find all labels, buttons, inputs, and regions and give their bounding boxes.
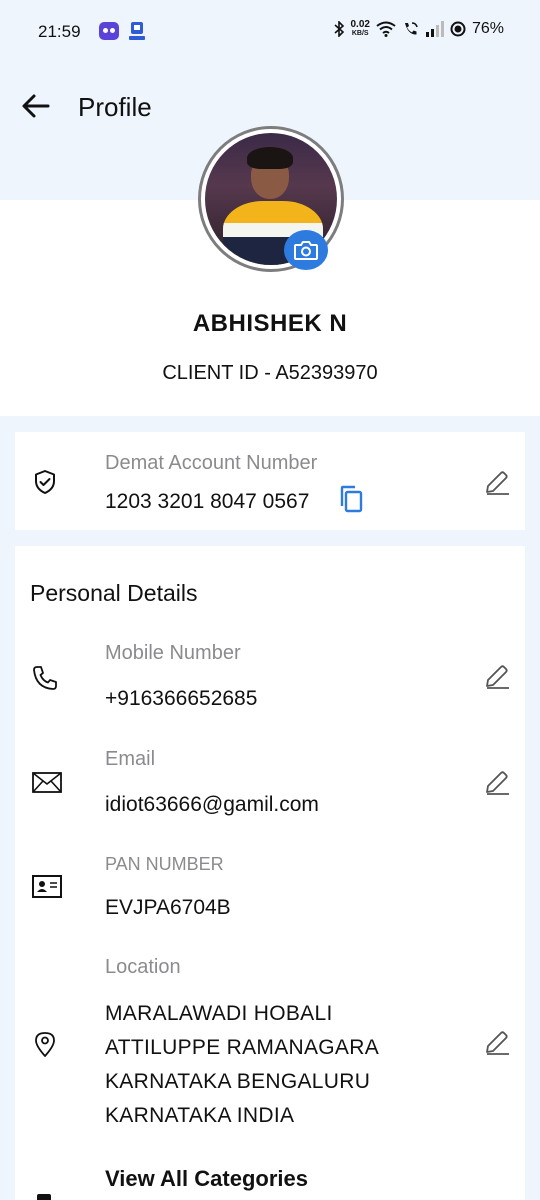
location-pin-icon	[35, 1032, 55, 1057]
pan-value: EVJPA6704B	[105, 896, 231, 919]
pan-label: PAN NUMBER	[105, 854, 224, 874]
location-line: KARNATAKA INDIA	[105, 1104, 295, 1127]
wifi-calling-icon	[404, 22, 418, 35]
email-value: idiot63666@gamil.com	[105, 793, 319, 816]
location-line: KARNATAKA BENGALURU	[105, 1070, 371, 1093]
location-line: MARALAWADI HOBALI	[105, 1002, 333, 1025]
battery-icon	[450, 21, 466, 37]
arrow-left-icon[interactable]	[20, 90, 52, 122]
mail-icon	[32, 772, 62, 793]
mobile-value: +916366652685	[105, 687, 258, 710]
signal-icon	[425, 21, 444, 37]
network-speed: 0.02 KB/S	[351, 20, 370, 38]
network-speed-value: 0.02	[350, 19, 370, 30]
edit-location-icon[interactable]	[483, 1028, 511, 1056]
demat-number: 1203 3201 8047 0567	[105, 490, 310, 513]
view-all-categories-link[interactable]: View All Categories	[105, 1166, 308, 1192]
status-time: 21:59	[38, 22, 81, 41]
status-bar: 21:59 0.02 KB/S 76%	[0, 0, 540, 64]
edit-email-icon[interactable]	[483, 768, 511, 796]
shield-check-icon	[35, 470, 55, 494]
edit-demat-icon[interactable]	[483, 468, 511, 496]
demat-card: Demat Account Number 1203 3201 8047 0567	[15, 432, 525, 530]
page-title: Profile	[78, 92, 152, 122]
demat-label: Demat Account Number	[105, 452, 318, 474]
status-indicators: 0.02 KB/S 76%	[333, 20, 504, 38]
location-line: ATTILUPPE RAMANAGARA	[105, 1036, 379, 1059]
battery-percent: 76%	[471, 20, 504, 37]
email-label: Email	[105, 748, 156, 770]
change-photo-button[interactable]	[284, 230, 328, 270]
category-icon	[37, 1194, 51, 1200]
section-title: Personal Details	[30, 580, 198, 606]
mobile-label: Mobile Number	[105, 642, 241, 664]
notification-app-icon-2	[129, 22, 145, 40]
edit-mobile-icon[interactable]	[483, 662, 511, 690]
wifi-icon	[376, 21, 396, 37]
notification-app-icon	[99, 22, 119, 40]
bluetooth-icon	[333, 21, 344, 37]
camera-icon	[294, 241, 318, 260]
personal-details-card: Personal Details Mobile Number +91636665…	[15, 546, 525, 1200]
client-id: CLIENT ID - A52393970	[162, 362, 378, 384]
id-card-icon	[32, 875, 62, 898]
network-speed-unit: KB/S	[351, 30, 369, 37]
copy-icon[interactable]	[338, 484, 364, 514]
phone-icon	[33, 666, 57, 690]
location-label: Location	[105, 956, 181, 978]
profile-name: ABHISHEK N	[192, 310, 348, 337]
avatar-hair	[247, 147, 293, 169]
